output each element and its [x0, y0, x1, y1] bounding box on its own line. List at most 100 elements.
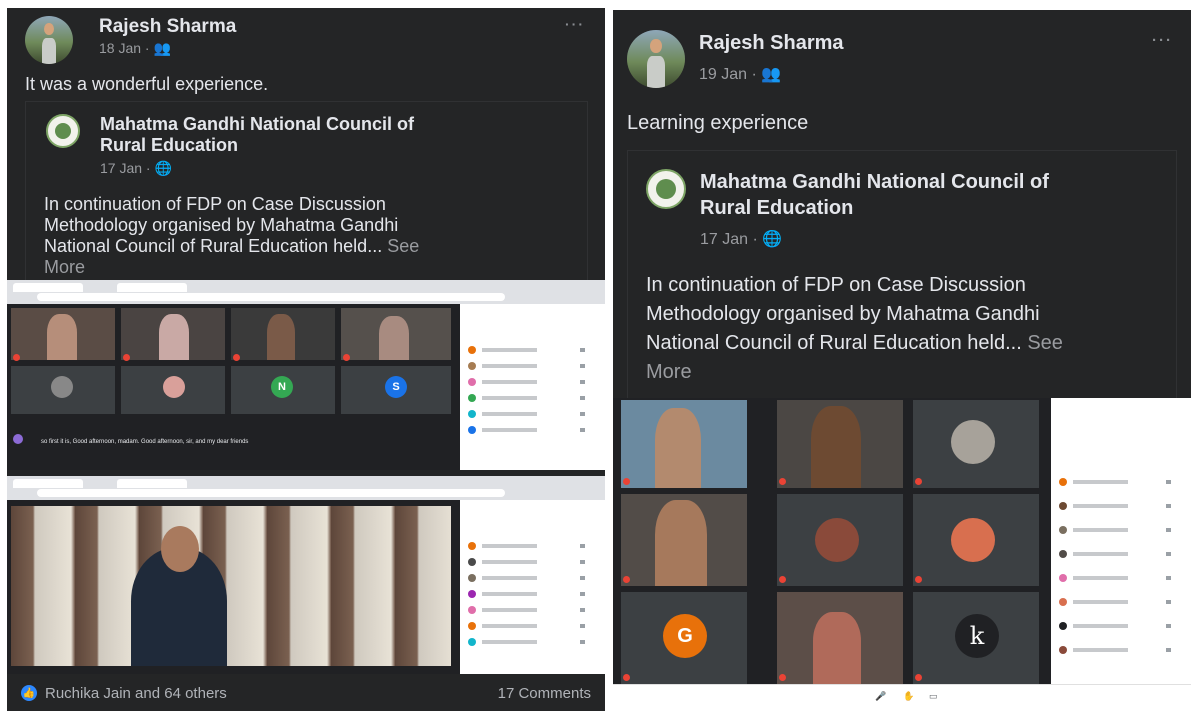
post-text: Learning experience [627, 112, 809, 134]
page-name-line1: Mahatma Gandhi National Council of [100, 114, 415, 134]
see-more-see: See [1027, 332, 1063, 354]
participant-avatar [951, 420, 995, 464]
participant-tile [621, 400, 747, 488]
post-date-text: 19 Jan · [699, 66, 762, 83]
mic-off-icon [779, 478, 786, 485]
post-text: It was a wonderful experience. [25, 74, 269, 94]
post-date-text: 18 Jan · [99, 40, 154, 56]
participant-avatar [951, 518, 995, 562]
shared-date[interactable]: 17 Jan · 🌐 [100, 160, 172, 177]
mic-off-icon [623, 674, 630, 681]
participant-tile [621, 494, 747, 586]
page-name-line2: Rural Education [100, 135, 239, 155]
shared-date-text: 17 Jan · [100, 160, 155, 176]
participant-tile [231, 308, 335, 360]
participants-panel [1051, 398, 1191, 710]
post-date[interactable]: 19 Jan · 👥 [699, 64, 781, 84]
browser-chrome [7, 280, 605, 304]
page-name[interactable]: Mahatma Gandhi National Council of Rural … [100, 114, 414, 156]
meeting-screenshot-grid: N S so first it is, Good afternoon, mada… [7, 280, 605, 470]
author-name[interactable]: Rajesh Sharma [699, 32, 844, 55]
participant-tile [121, 366, 225, 414]
participant-avatar-letter: S [385, 376, 407, 398]
participant-tile [777, 400, 903, 488]
browser-tab [13, 283, 83, 292]
post-date[interactable]: 18 Jan · 👥 [99, 40, 171, 57]
speaker-head [161, 526, 199, 572]
shared-post[interactable]: Mahatma Gandhi National Council of Rural … [627, 150, 1177, 400]
mic-off-icon [915, 674, 922, 681]
mic-off-icon [779, 674, 786, 681]
participant-tile: k [913, 592, 1039, 684]
mic-off-icon [123, 354, 130, 361]
more-options-icon[interactable]: ··· [565, 16, 585, 32]
participant-avatar [163, 376, 185, 398]
page-name-line1: Mahatma Gandhi National Council of [700, 171, 1049, 193]
post-left: Rajesh Sharma 18 Jan · 👥 ··· It was a wo… [7, 8, 605, 711]
participant-avatar-letter: G [663, 614, 707, 658]
shared-body-line2: Methodology organised by Mahatma Gandhi [44, 215, 399, 235]
author-avatar[interactable] [627, 30, 685, 88]
browser-tab [117, 479, 187, 488]
shared-body: In continuation of FDP on Case Discussio… [44, 194, 564, 278]
author-name[interactable]: Rajesh Sharma [99, 16, 236, 38]
participant-tile [777, 592, 903, 684]
shared-body-line2: Methodology organised by Mahatma Gandhi [646, 303, 1040, 325]
shared-post[interactable]: Mahatma Gandhi National Council of Rural … [25, 101, 588, 281]
participant-tile: S [341, 366, 451, 414]
shared-body-line3: National Council of Rural Education held… [44, 236, 388, 256]
speaker-video [11, 506, 451, 666]
globe-icon: 🌐 [762, 231, 783, 248]
mic-off-icon [779, 576, 786, 583]
participants-panel [460, 500, 605, 674]
shared-body-line3: National Council of Rural Education held… [646, 332, 1028, 354]
chat-message: so first it is, Good afternoon, madam. G… [41, 439, 249, 445]
see-more-more: More [44, 257, 86, 277]
mic-off-icon [343, 354, 350, 361]
friends-icon: 👥 [153, 40, 171, 56]
reactions-count[interactable]: Ruchika Jain and 64 others [45, 685, 227, 702]
page-logo[interactable] [46, 114, 80, 148]
participant-avatar [815, 518, 859, 562]
author-avatar[interactable] [25, 16, 73, 64]
participants-panel [460, 304, 605, 470]
browser-tab [117, 283, 187, 292]
mic-off-icon [915, 576, 922, 583]
shared-body-line1: In continuation of FDP on Case Discussio… [646, 274, 1026, 296]
post-footer: 👍 Ruchika Jain and 64 others 17 Comments [7, 675, 605, 711]
post-right: Rajesh Sharma 19 Jan · 👥 ··· Learning ex… [613, 10, 1191, 710]
shared-body: In continuation of FDP on Case Discussio… [646, 271, 1166, 387]
see-more-see: See [387, 236, 420, 256]
comments-count[interactable]: 17 Comments [498, 685, 591, 702]
page-logo[interactable] [646, 169, 686, 209]
more-options-icon[interactable]: ··· [1152, 32, 1173, 49]
captions-icon[interactable]: ▭ [929, 691, 938, 702]
participant-avatar-letter: N [271, 376, 293, 398]
friends-icon: 👥 [761, 66, 782, 83]
browser-tab [13, 479, 83, 488]
meeting-side-controls [1051, 684, 1191, 710]
participant-tile [121, 308, 225, 360]
page-name-line2: Rural Education [700, 197, 854, 219]
meeting-screenshot-grid: G k 🎤 ✋ ▭ [613, 398, 1191, 710]
mic-off-icon [233, 354, 240, 361]
address-bar [37, 489, 505, 497]
participant-tile: N [231, 366, 335, 414]
participant-tile [913, 400, 1039, 488]
participant-tile [11, 366, 115, 414]
hand-icon[interactable]: ✋ [903, 691, 914, 702]
screenshot-collage: Rajesh Sharma 18 Jan · 👥 ··· It was a wo… [0, 0, 1191, 711]
address-bar [37, 293, 505, 301]
browser-chrome [7, 476, 605, 500]
mic-off-icon [623, 478, 630, 485]
participant-tile: G [621, 592, 747, 684]
mic-icon[interactable]: 🎤 [875, 691, 886, 702]
like-reaction-icon[interactable]: 👍 [21, 685, 37, 701]
shared-date-text: 17 Jan · [700, 231, 763, 248]
page-name[interactable]: Mahatma Gandhi National Council of Rural … [700, 169, 1049, 221]
chat-avatar [13, 434, 23, 444]
participant-tile [11, 308, 115, 360]
participant-tile [777, 494, 903, 586]
shared-date[interactable]: 17 Jan · 🌐 [700, 229, 782, 249]
mic-off-icon [623, 576, 630, 583]
